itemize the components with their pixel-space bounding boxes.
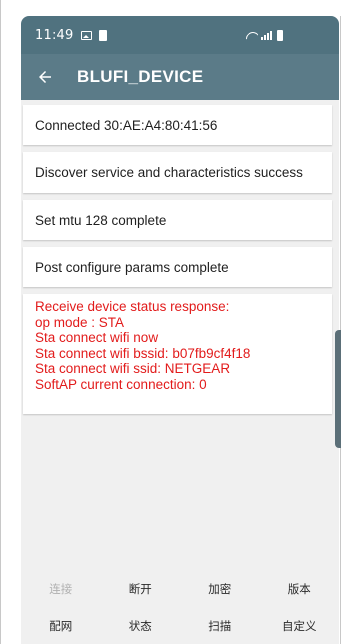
battery-icon [277, 29, 283, 41]
app-title: BLUFI_DEVICE [77, 67, 204, 86]
image-icon [81, 30, 93, 40]
wifi-icon [246, 30, 258, 40]
button-row-1: 连接 断开 加密 版本 [21, 570, 339, 607]
configure-network-button[interactable]: 配网 [21, 618, 101, 634]
status-line: SoftAP current connection: 0 [35, 376, 207, 392]
log-message: Connected 30:AE:A4:80:41:56 [35, 117, 218, 133]
status-button[interactable]: 状态 [101, 618, 181, 634]
log-item: Discover service and characteristics suc… [23, 152, 332, 193]
status-left-icons [81, 29, 108, 41]
status-response-item: Receive device status response: op mode … [23, 294, 332, 414]
sim-icon [99, 29, 108, 41]
status-line: Sta connect wifi bssid: b07fb9cf4f18 [35, 345, 251, 361]
scroll-handle[interactable] [335, 330, 341, 448]
log-message: Post configure params complete [35, 259, 229, 275]
back-arrow-icon [39, 71, 51, 83]
disconnect-button[interactable]: 断开 [101, 581, 181, 597]
bottom-button-bar: 连接 断开 加密 版本 配网 状态 扫描 自定义 [21, 570, 339, 644]
status-right-icons [246, 29, 283, 41]
log-item: Connected 30:AE:A4:80:41:56 [23, 105, 332, 145]
status-line: op mode : STA [35, 314, 125, 330]
device-frame: 11:49 BLUFI_DEVICE Connected 30:AE:A4:80… [0, 0, 341, 644]
custom-button[interactable]: 自定义 [260, 618, 340, 634]
log-message: Discover service and characteristics suc… [35, 165, 303, 180]
status-bar: 11:49 [21, 16, 339, 54]
connect-button[interactable]: 连接 [21, 581, 101, 597]
button-row-2: 配网 状态 扫描 自定义 [21, 607, 339, 644]
scan-button[interactable]: 扫描 [180, 618, 260, 634]
status-time: 11:49 [35, 27, 74, 43]
status-line: Sta connect wifi ssid: NETGEAR [35, 361, 231, 376]
encrypt-button[interactable]: 加密 [180, 581, 260, 597]
status-line: Receive device status response: [35, 299, 230, 314]
signal-icon [261, 30, 272, 40]
back-button[interactable] [25, 54, 65, 100]
log-item: Post configure params complete [23, 247, 332, 287]
version-button[interactable]: 版本 [260, 581, 340, 597]
frame-top [1, 0, 341, 16]
log-message: Set mtu 128 complete [35, 212, 167, 228]
app-bar: BLUFI_DEVICE [21, 54, 339, 100]
log-item: Set mtu 128 complete [23, 200, 332, 240]
status-line: Sta connect wifi now [35, 330, 159, 345]
log-list[interactable]: Connected 30:AE:A4:80:41:56 Discover ser… [21, 100, 339, 570]
